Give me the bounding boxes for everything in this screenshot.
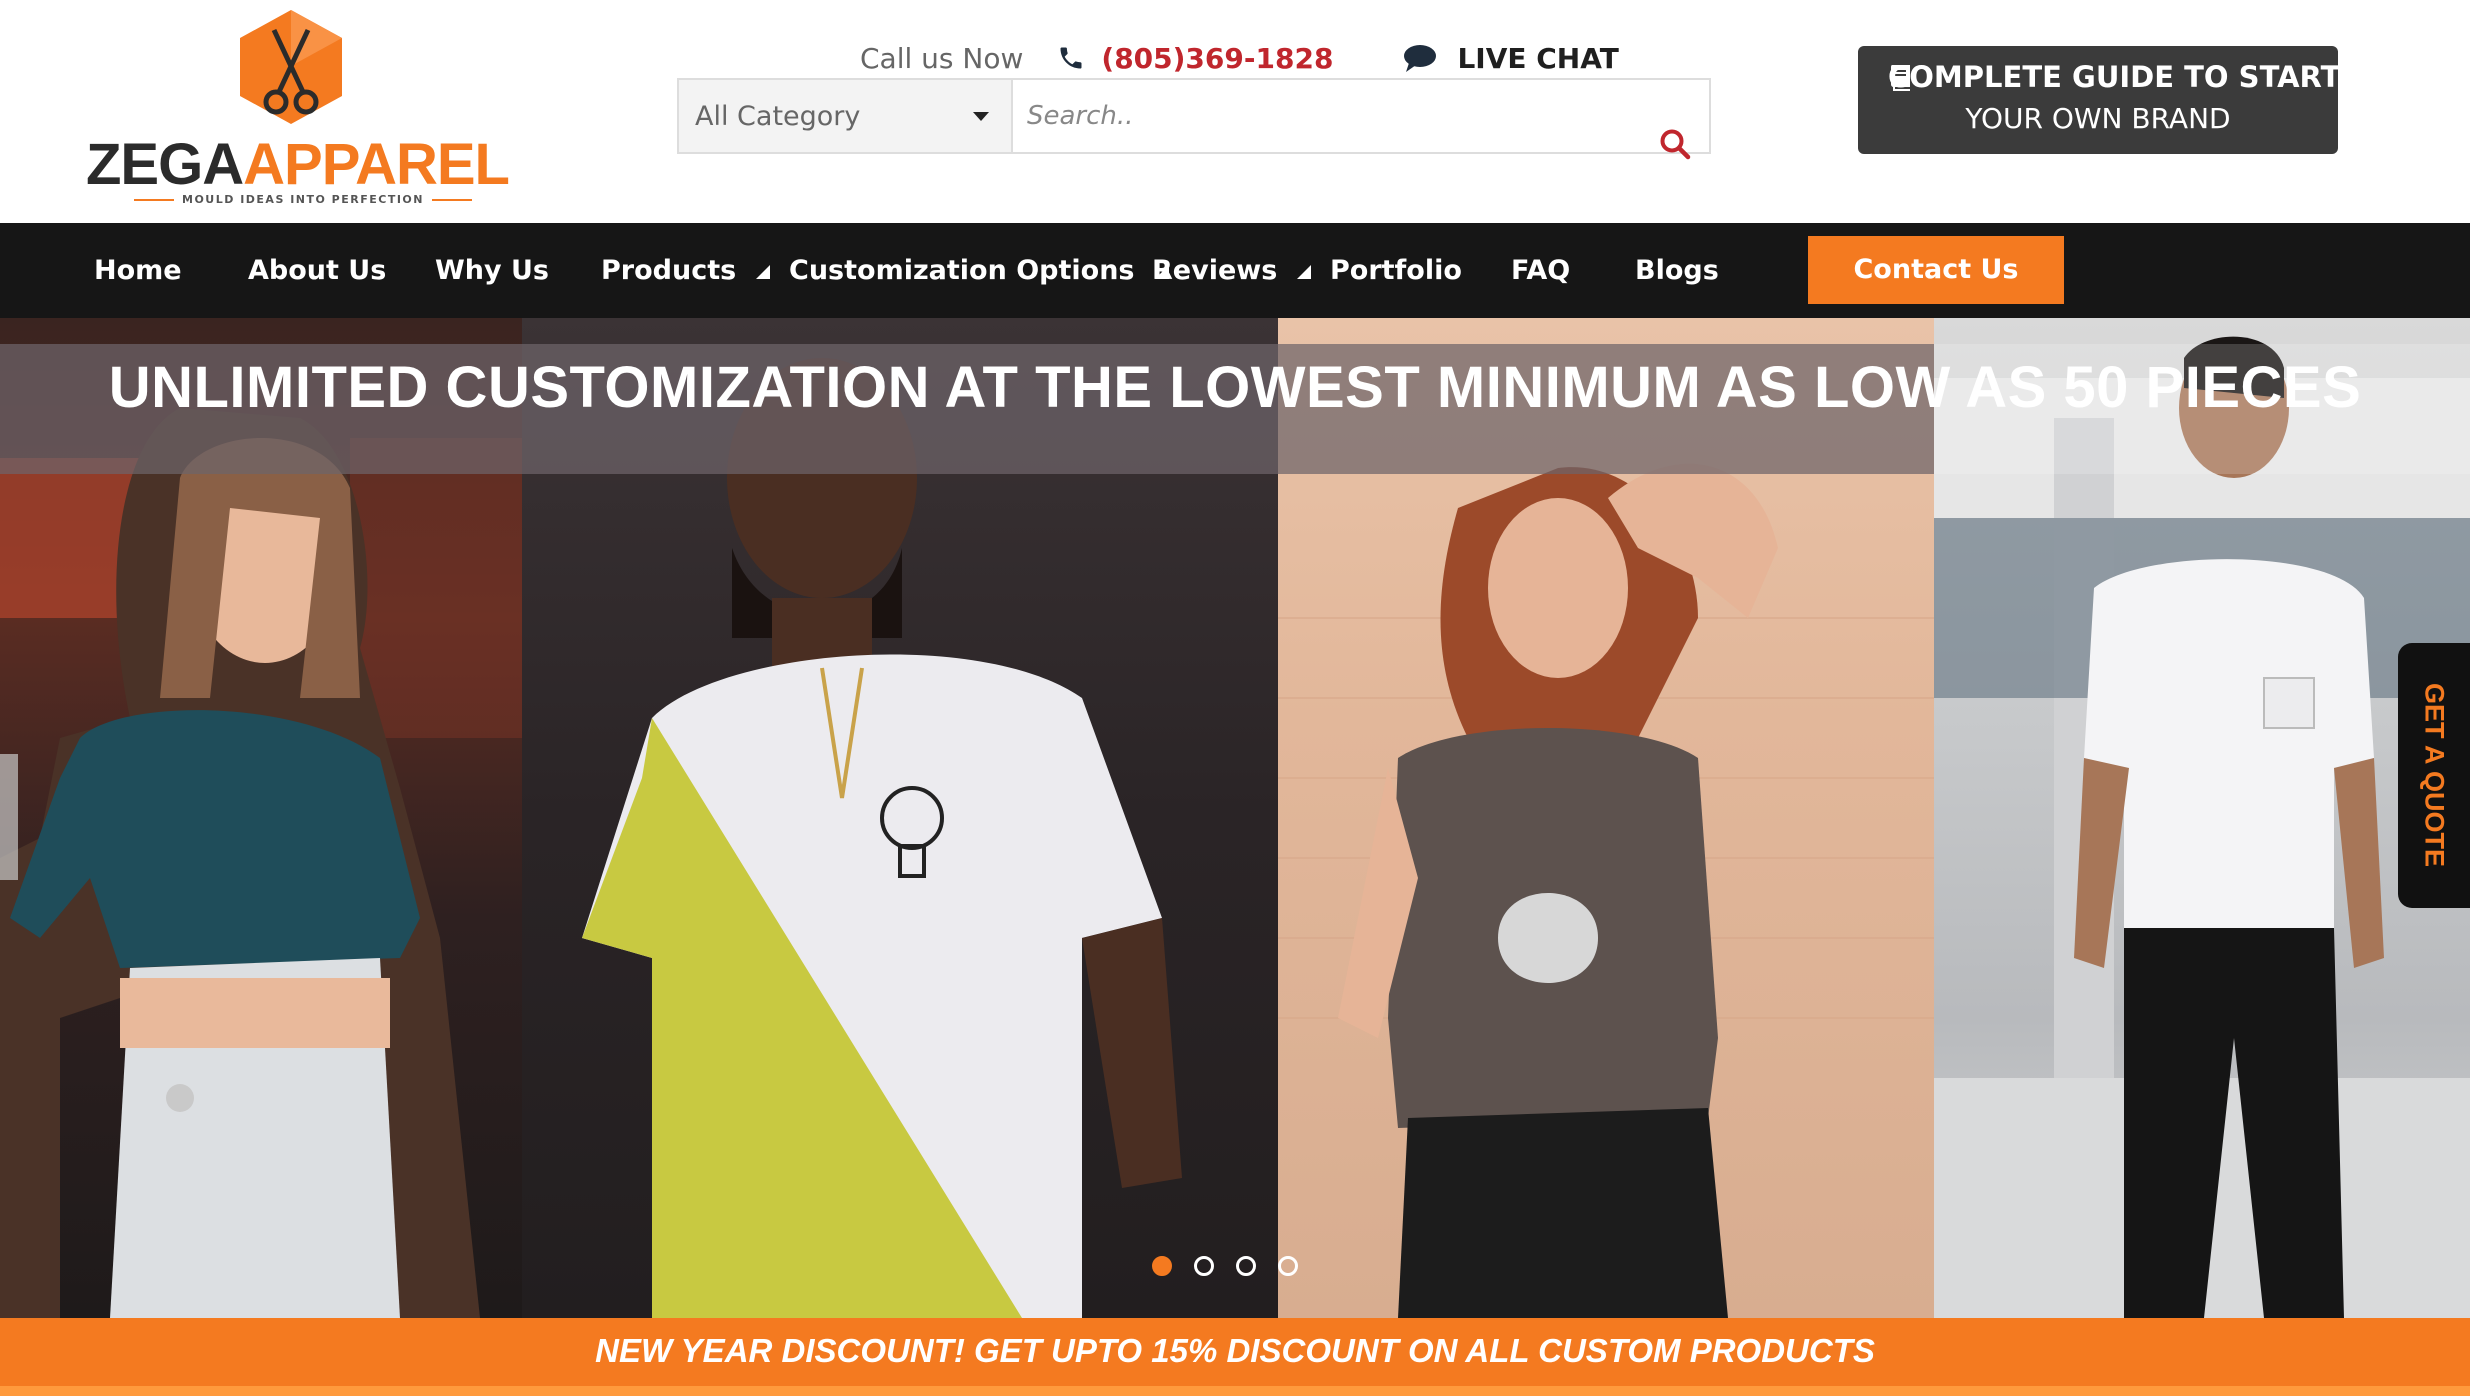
search-bar: All Category bbox=[677, 78, 1711, 160]
search-input[interactable] bbox=[1013, 80, 1709, 152]
promo-underline bbox=[0, 1386, 2470, 1396]
get-a-quote-label: GET A QUOTE bbox=[2419, 682, 2450, 868]
nav-about-us[interactable]: About Us bbox=[248, 223, 386, 318]
slider-dot-4[interactable] bbox=[1278, 1256, 1298, 1276]
slider-dot-2[interactable] bbox=[1194, 1256, 1214, 1276]
scissors-hexagon-icon bbox=[240, 10, 342, 124]
slider-prev-arrow[interactable] bbox=[0, 754, 18, 880]
promo-text: NEW YEAR DISCOUNT! GET UPTO 15% DISCOUNT… bbox=[595, 1332, 1875, 1369]
nav-products[interactable]: Products bbox=[601, 223, 771, 318]
caret-icon bbox=[1297, 264, 1312, 279]
contact-us-button[interactable]: Contact Us bbox=[1808, 236, 2064, 304]
chevron-down-icon bbox=[973, 112, 989, 121]
brand-logo[interactable]: ZEGAAPPAREL MOULD IDEAS INTO PERFECTION bbox=[86, 8, 510, 208]
live-chat-link[interactable]: LIVE CHAT bbox=[1457, 42, 1618, 75]
category-selected-value: All Category bbox=[695, 100, 861, 132]
nav-customization-label: Customization Options bbox=[789, 255, 1135, 286]
slider-dot-1[interactable] bbox=[1152, 1256, 1172, 1276]
logo-tagline: MOULD IDEAS INTO PERFECTION bbox=[126, 193, 486, 206]
guide-title: COMPLETE GUIDE TO START bbox=[1888, 60, 2341, 94]
contact-row: Call us Now (805)369-1828 LIVE CHAT bbox=[860, 38, 1619, 78]
search-icon[interactable] bbox=[1659, 128, 1691, 160]
nav-reviews-label: Reviews bbox=[1152, 255, 1278, 286]
main-nav: Home About Us Why Us Products Customizat… bbox=[0, 223, 2470, 318]
nav-products-label: Products bbox=[601, 255, 737, 286]
promo-bar[interactable]: NEW YEAR DISCOUNT! GET UPTO 15% DISCOUNT… bbox=[0, 1318, 2470, 1396]
guide-subtitle: YOUR OWN BRAND bbox=[1965, 102, 2231, 135]
phone-icon bbox=[1060, 47, 1082, 69]
nav-reviews[interactable]: Reviews bbox=[1152, 223, 1312, 318]
category-select[interactable]: All Category bbox=[679, 80, 1013, 152]
site-header: ZEGAAPPAREL MOULD IDEAS INTO PERFECTION … bbox=[0, 0, 2470, 223]
nav-home[interactable]: Home bbox=[94, 223, 182, 318]
get-a-quote-tab[interactable]: GET A QUOTE bbox=[2398, 643, 2470, 908]
brand-guide-button[interactable]: COMPLETE GUIDE TO START YOUR OWN BRAND bbox=[1858, 46, 2341, 154]
logo-wordmark: ZEGAAPPAREL bbox=[86, 132, 510, 197]
chat-bubble-icon bbox=[1404, 45, 1437, 72]
caret-icon bbox=[756, 264, 771, 279]
call-label: Call us Now bbox=[860, 41, 1024, 75]
nav-faq[interactable]: FAQ bbox=[1511, 223, 1570, 318]
slider-dot-3[interactable] bbox=[1236, 1256, 1256, 1276]
nav-customization-options[interactable]: Customization Options bbox=[789, 223, 1169, 318]
nav-blogs[interactable]: Blogs bbox=[1635, 223, 1719, 318]
slider-dots bbox=[1152, 1256, 1298, 1276]
nav-why-us[interactable]: Why Us bbox=[435, 223, 549, 318]
nav-portfolio[interactable]: Portfolio bbox=[1330, 223, 1462, 318]
phone-number-link[interactable]: (805)369-1828 bbox=[1101, 42, 1333, 75]
hero-slider: UNLIMITED CUSTOMIZATION AT THE LOWEST MI… bbox=[0, 318, 2470, 1318]
hero-headline: UNLIMITED CUSTOMIZATION AT THE LOWEST MI… bbox=[108, 355, 2362, 420]
